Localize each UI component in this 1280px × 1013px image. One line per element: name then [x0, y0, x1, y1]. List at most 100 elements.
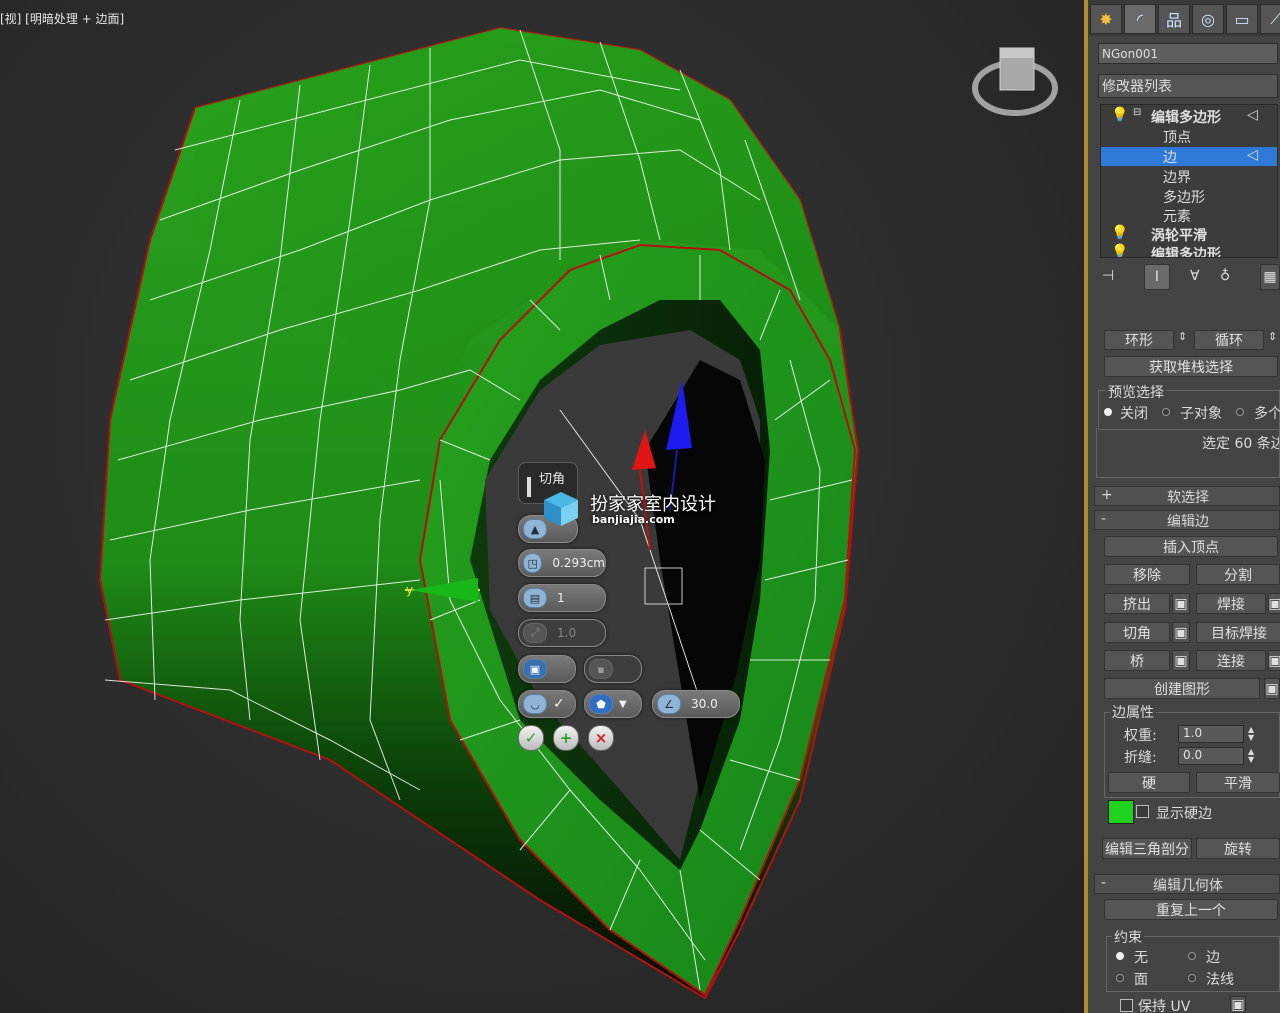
split-button[interactable]: 分割 — [1196, 564, 1280, 585]
crease-spinner-arrows-icon[interactable]: ▲ ▼ — [1248, 748, 1258, 766]
chamfer-button[interactable]: 切角 — [1104, 622, 1170, 643]
hierarchy-icon[interactable]: 品 — [1158, 4, 1190, 34]
ring-spinner-icon[interactable]: ⇕ — [1178, 330, 1187, 343]
extrude-button[interactable]: 挤出 — [1104, 593, 1170, 614]
weld-settings-icon[interactable]: ▣ — [1268, 593, 1280, 614]
stack-item-element[interactable]: 元素 — [1101, 206, 1277, 225]
connect-settings-icon[interactable]: ▣ — [1268, 650, 1280, 671]
segments-icon: ▤ — [523, 588, 547, 608]
get-stack-selection-button[interactable]: 获取堆栈选择 — [1104, 356, 1278, 377]
soft-selection-rollout[interactable]: + 软选择 — [1094, 486, 1280, 506]
stack-item-edit-poly[interactable]: 💡 ⊟ 编辑多边形 ◁ — [1101, 107, 1277, 126]
perspective-viewport[interactable]: y [视] [明暗处理 + 边面] 切角 ▲ ◳ 0.293cm ▤ 1 ⤢ 1… — [0, 0, 1084, 1013]
target-weld-button[interactable]: 目标焊接 — [1196, 622, 1280, 643]
hard-edge-color-swatch[interactable] — [1108, 800, 1134, 824]
watermark-logo-icon — [544, 492, 578, 526]
viewcube — [972, 47, 1058, 116]
modifier-stack[interactable]: 💡 ⊟ 编辑多边形 ◁ 顶点 边 ◁ 边界 多边形 元素 💡 涡轮平滑 💡 编辑… — [1100, 104, 1278, 258]
invert-open-toggle[interactable]: ▪ — [584, 655, 642, 683]
weight-spinner-arrows-icon[interactable]: ▲ ▼ — [1248, 726, 1258, 744]
preview-off-radio[interactable] — [1104, 408, 1112, 416]
turn-button[interactable]: 旋转 — [1196, 838, 1280, 859]
constraint-edge-radio[interactable] — [1188, 952, 1196, 960]
edit-triangulation-button[interactable]: 编辑三角剖分 — [1102, 838, 1192, 859]
weight-spinner[interactable]: 1.0 — [1178, 725, 1244, 743]
weld-button[interactable]: 焊接 — [1196, 593, 1266, 614]
display-icon[interactable]: ▭ — [1226, 4, 1258, 34]
constraint-none-radio[interactable] — [1116, 952, 1124, 960]
show-hard-edges-checkbox[interactable] — [1136, 805, 1149, 818]
stack-item-turbosmooth[interactable]: 💡 涡轮平滑 — [1101, 225, 1277, 244]
preview-multi-radio[interactable] — [1236, 408, 1244, 416]
ring-button[interactable]: 环形 — [1104, 330, 1174, 350]
constraint-normal-label: 法线 — [1206, 972, 1234, 988]
crease-spinner[interactable]: 0.0 — [1178, 747, 1244, 765]
cancel-icon[interactable]: × — [588, 725, 614, 751]
configure-sets-icon[interactable]: ▦ — [1260, 264, 1280, 290]
chamfer-settings-icon[interactable]: ▣ — [1172, 622, 1190, 643]
extrude-settings-icon[interactable]: ▣ — [1172, 593, 1190, 614]
motion-icon[interactable]: ◎ — [1192, 4, 1224, 34]
loop-spinner-icon[interactable]: ⇕ — [1268, 330, 1277, 343]
smooth-type-dropdown[interactable]: ⬟ ▼ — [584, 690, 642, 718]
pin-icon: ◁ — [1247, 107, 1258, 123]
crease-label: 折缝: — [1124, 750, 1157, 766]
repeat-last-button[interactable]: 重复上一个 — [1104, 899, 1278, 920]
plus-icon[interactable]: + — [553, 725, 579, 751]
chamfer-tension-field[interactable]: ⤢ 1.0 — [518, 619, 606, 647]
create-shape-settings-icon[interactable]: ▣ — [1264, 678, 1280, 699]
tension-icon: ⤢ — [523, 623, 547, 643]
edit-geometry-rollout[interactable]: - 编辑几何体 — [1094, 874, 1280, 894]
remove-button[interactable]: 移除 — [1104, 564, 1190, 585]
light-bulb-icon[interactable]: 💡 — [1111, 225, 1128, 241]
preview-subobject-radio[interactable] — [1162, 408, 1170, 416]
pin-stack-icon[interactable]: ⊣ — [1102, 268, 1114, 284]
weight-label: 权重: — [1124, 728, 1157, 744]
constraint-face-radio[interactable] — [1116, 974, 1124, 982]
stack-item-border[interactable]: 边界 — [1101, 167, 1277, 186]
stack-item-edit-poly-2[interactable]: 💡 编辑多边形 — [1101, 244, 1277, 257]
light-bulb-icon[interactable]: 💡 — [1111, 244, 1128, 257]
preview-subobject-label: 子对象 — [1180, 406, 1222, 422]
stack-item-edge[interactable]: 边 ◁ — [1101, 147, 1277, 166]
bridge-settings-icon[interactable]: ▣ — [1172, 650, 1190, 671]
utilities-icon[interactable]: ⟋ — [1260, 4, 1280, 34]
preserve-uv-checkbox[interactable] — [1120, 999, 1133, 1012]
constraint-face-label: 面 — [1134, 972, 1148, 988]
create-icon[interactable]: ✸ — [1090, 4, 1122, 34]
hard-button[interactable]: 硬 — [1108, 772, 1190, 793]
edit-edges-rollout[interactable]: - 编辑边 — [1094, 510, 1280, 530]
chamfer-amount-field[interactable]: ◳ 0.293cm — [518, 549, 606, 577]
stack-item-vertex[interactable]: 顶点 — [1101, 127, 1277, 146]
insert-vertex-button[interactable]: 插入顶点 — [1104, 536, 1278, 557]
object-name-field[interactable]: NGon001 — [1098, 43, 1278, 64]
connect-button[interactable]: 连接 — [1196, 650, 1266, 671]
panel-tabs: ✸ ◜ 品 ◎ ▭ ⟋ — [1088, 0, 1280, 36]
show-end-result-icon[interactable]: Ⅰ — [1144, 264, 1170, 290]
preserve-uv-settings-icon[interactable]: ▣ — [1230, 996, 1246, 1013]
modify-icon[interactable]: ◜ — [1124, 4, 1156, 34]
stack-item-polygon[interactable]: 多边形 — [1101, 187, 1277, 206]
chamfer-segments-field[interactable]: ▤ 1 — [518, 584, 606, 612]
open-chamfer-toggle[interactable]: ▣ — [518, 655, 576, 683]
smooth-button[interactable]: 平滑 — [1196, 772, 1280, 793]
constraint-edge-label: 边 — [1206, 950, 1220, 966]
light-bulb-icon[interactable]: 💡 — [1111, 107, 1128, 123]
modifier-list-dropdown[interactable]: 修改器列表 — [1098, 74, 1278, 98]
smooth-threshold-field[interactable]: ∠ 30.0 — [652, 690, 740, 718]
remove-modifier-icon[interactable]: ♁ — [1220, 268, 1230, 284]
constraint-normal-radio[interactable] — [1188, 974, 1196, 982]
invert-icon: ▪ — [589, 659, 613, 679]
bridge-button[interactable]: 桥 — [1104, 650, 1170, 671]
loop-button[interactable]: 循环 — [1194, 330, 1264, 350]
command-panel: ✸ ◜ 品 ◎ ▭ ⟋ NGon001 修改器列表 💡 ⊟ 编辑多边形 ◁ 顶点… — [1088, 0, 1280, 1013]
edge-subobject-icon: ◁ — [1247, 147, 1258, 163]
viewport-label[interactable]: [视] [明暗处理 + 边面] — [0, 10, 124, 27]
preview-selection-title: 预览选择 — [1106, 382, 1166, 402]
preview-multi-label: 多个 — [1254, 406, 1280, 422]
collapse-icon[interactable]: ⊟ — [1133, 107, 1141, 118]
create-shape-button[interactable]: 创建图形 — [1104, 678, 1260, 699]
make-unique-icon[interactable]: ∀ — [1190, 268, 1200, 284]
check-icon[interactable]: ✓ — [518, 725, 544, 751]
smooth-toggle[interactable]: ◡ ✓ — [518, 690, 576, 718]
